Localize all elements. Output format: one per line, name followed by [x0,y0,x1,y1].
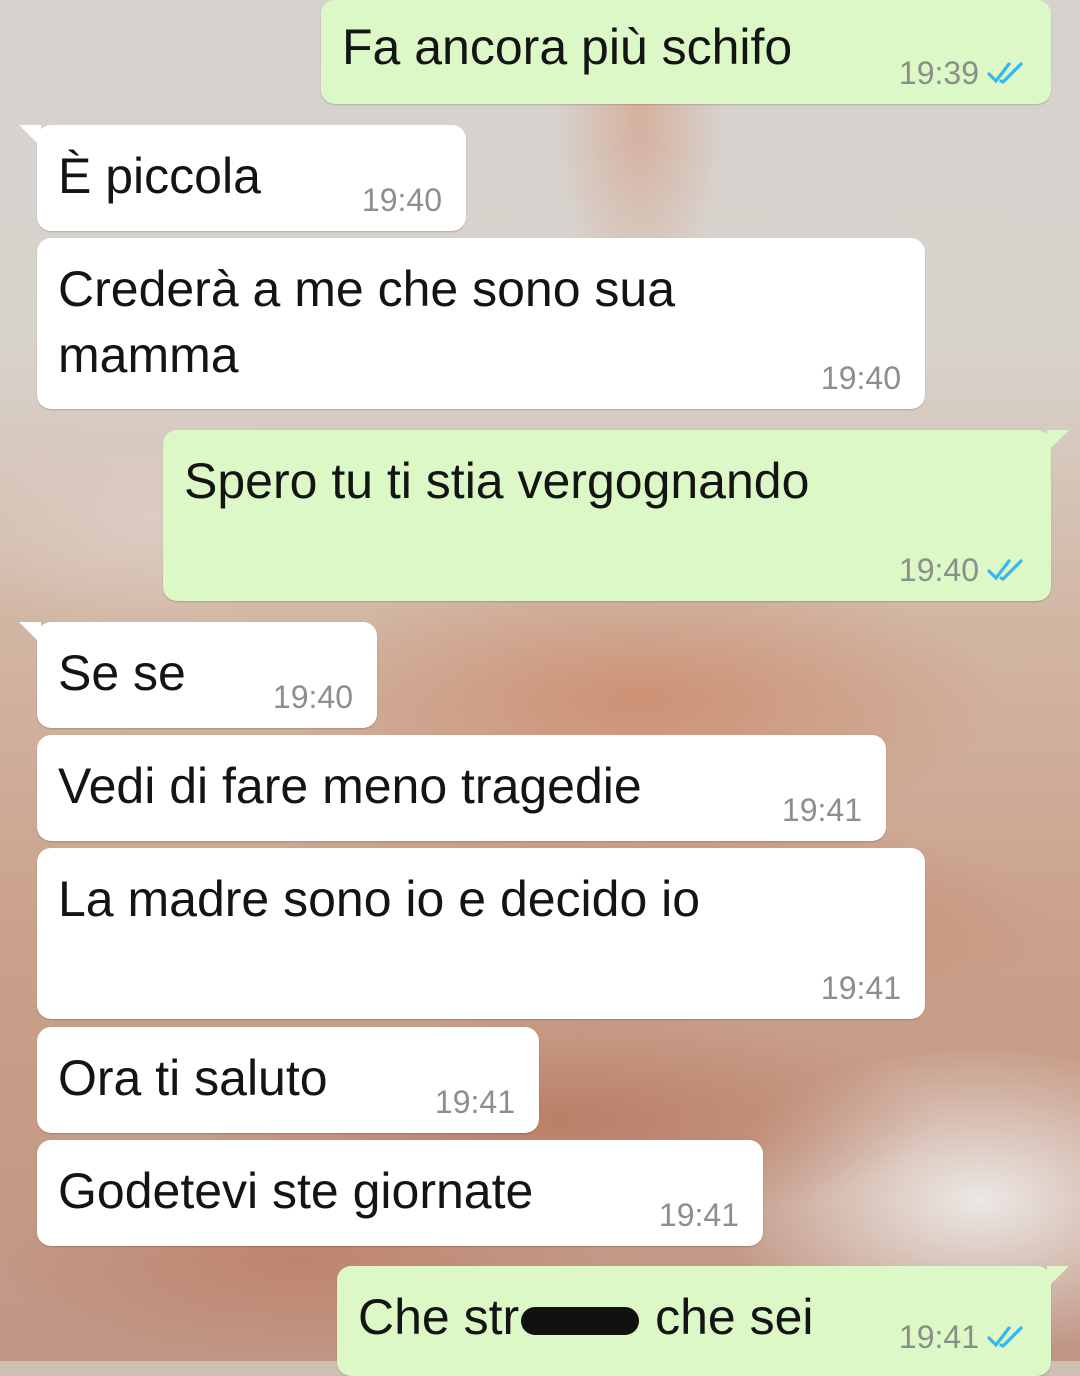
redaction-mark [521,1306,640,1335]
message-meta: 19:41 [659,1198,739,1232]
message-text: Crederà a me che sono sua mamma [58,261,676,383]
double-check-icon [987,1326,1023,1348]
message-text-before-redaction: Che str [358,1289,520,1345]
message-bubble-incoming[interactable]: La madre sono io e decido io 19:41 [37,848,925,1019]
message-time: 19:41 [658,1197,739,1233]
message-bubble-outgoing[interactable]: Che str che sei 19:41 [337,1266,1069,1376]
double-check-icon [987,559,1023,581]
message-meta: 19:41 [821,971,901,1005]
message-meta: 19:40 [899,553,1027,587]
message-meta: 19:40 [821,361,901,395]
message-text: Che str che sei [358,1284,814,1350]
message-text-after-redaction: che sei [655,1289,814,1345]
message-text: La madre sono io e decido io [58,871,701,927]
message-text: Fa ancora più schifo [342,19,793,75]
message-time: 19:41 [434,1084,515,1120]
message-meta: 19:41 [782,793,862,827]
message-time: 19:40 [361,182,442,218]
message-bubble-incoming[interactable]: Se se 19:40 [19,622,377,728]
message-meta: 19:40 [362,183,442,217]
message-bubble-incoming[interactable]: È piccola 19:40 [19,125,466,231]
message-meta: 19:39 [899,56,1027,90]
message-bubble-incoming[interactable]: Godetevi ste giornate 19:41 [37,1140,763,1246]
message-text: Se se [58,645,186,701]
message-bubble-outgoing[interactable]: Spero tu ti stia vergognando 19:40 [163,430,1069,601]
message-bubble-incoming[interactable]: Ora ti saluto 19:41 [37,1027,539,1133]
double-check-icon [987,62,1023,84]
message-time: 19:39 [898,55,979,91]
message-bubble-incoming[interactable]: Crederà a me che sono sua mamma 19:40 [37,238,925,409]
message-text: Godetevi ste giornate [58,1163,534,1219]
message-bubble-outgoing[interactable]: Fa ancora più schifo 19:39 [321,0,1051,104]
message-text: È piccola [58,148,261,204]
message-meta: 19:40 [273,680,353,714]
message-text: Ora ti saluto [58,1050,328,1106]
message-time: 19:40 [898,552,979,588]
message-text: Vedi di fare meno tragedie [58,758,642,814]
message-time: 19:41 [781,792,862,828]
message-time: 19:40 [820,360,901,396]
message-meta: 19:41 [899,1320,1027,1354]
message-time: 19:41 [898,1319,979,1355]
message-bubble-incoming[interactable]: Vedi di fare meno tragedie 19:41 [37,735,886,841]
message-text: Spero tu ti stia vergognando [184,453,810,509]
message-time: 19:41 [820,970,901,1006]
message-time: 19:40 [272,679,353,715]
message-meta: 19:41 [435,1085,515,1119]
